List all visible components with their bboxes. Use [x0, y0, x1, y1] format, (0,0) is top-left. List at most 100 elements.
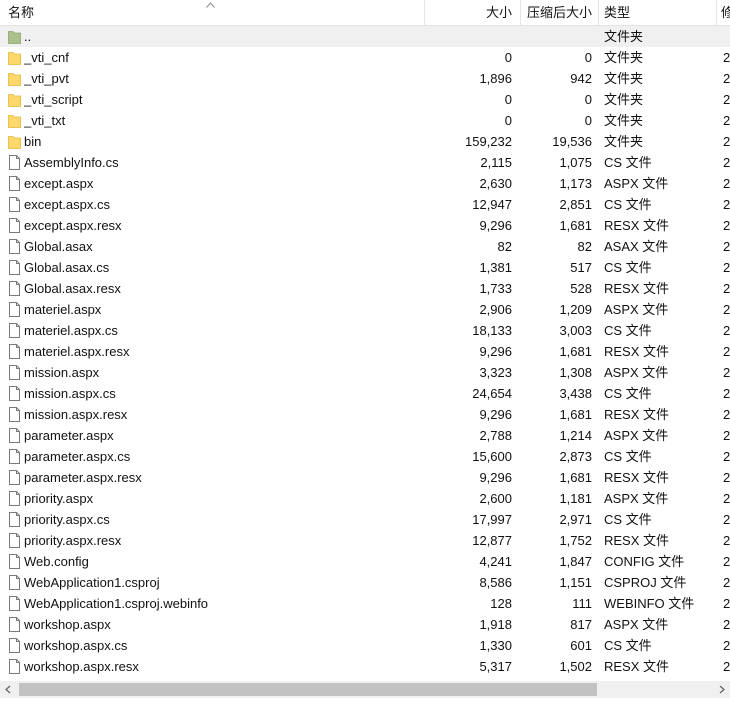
- file-size: 9,296: [479, 344, 512, 359]
- file-size: 1,896: [479, 71, 512, 86]
- file-row[interactable]: except.aspx 2,630 1,173 ASPX 文件 2: [0, 173, 730, 194]
- file-type: 文件夹: [604, 29, 644, 44]
- file-modified: 2: [723, 512, 730, 527]
- file-row[interactable]: priority.aspx.cs 17,997 2,971 CS 文件 2: [0, 509, 730, 530]
- file-row[interactable]: workshop.aspx.resx 5,317 1,502 RESX 文件 2: [0, 656, 730, 677]
- file-icon: [9, 407, 20, 422]
- file-row[interactable]: materiel.aspx.cs 18,133 3,003 CS 文件 2: [0, 320, 730, 341]
- column-divider[interactable]: [716, 0, 717, 26]
- file-type: RESX 文件: [604, 470, 670, 485]
- file-type: RESX 文件: [604, 281, 670, 296]
- file-icon: [9, 449, 20, 464]
- column-header-compressed-size[interactable]: 压缩后大小: [521, 0, 592, 26]
- file-compressed-size: 2,851: [559, 197, 592, 212]
- file-row[interactable]: mission.aspx.resx 9,296 1,681 RESX 文件 2: [0, 404, 730, 425]
- file-icon: [9, 386, 20, 401]
- file-name: Global.asax: [24, 239, 93, 254]
- file-icon: [9, 260, 20, 275]
- file-type: ASPX 文件: [604, 617, 669, 632]
- file-size: 2,788: [479, 428, 512, 443]
- file-row[interactable]: WebApplication1.csproj.webinfo 128 111 WEBI…: [0, 593, 730, 614]
- scroll-left-button[interactable]: [0, 681, 17, 698]
- file-icon: [9, 554, 20, 569]
- folder-icon: [8, 52, 21, 65]
- file-size: 2,906: [479, 302, 512, 317]
- file-row[interactable]: Global.asax.resx 1,733 528 RESX 文件 2: [0, 278, 730, 299]
- file-type: WEBINFO 文件: [604, 596, 695, 611]
- file-row[interactable]: parameter.aspx.resx 9,296 1,681 RESX 文件 2: [0, 467, 730, 488]
- file-compressed-size: 2,873: [559, 449, 592, 464]
- file-row[interactable]: Global.asax.cs 1,381 517 CS 文件 2: [0, 257, 730, 278]
- file-modified: 2: [723, 155, 730, 170]
- file-icon: [9, 533, 20, 548]
- file-name: workshop.aspx.resx: [24, 659, 139, 674]
- file-type: CS 文件: [604, 260, 652, 275]
- file-type: CS 文件: [604, 512, 652, 527]
- file-row[interactable]: AssemblyInfo.cs 2,115 1,075 CS 文件 2: [0, 152, 730, 173]
- scrollbar-thumb[interactable]: [19, 683, 597, 696]
- column-divider[interactable]: [598, 0, 599, 26]
- file-name: _vti_cnf: [24, 50, 69, 65]
- file-icon: [9, 218, 20, 233]
- file-row[interactable]: materiel.aspx.resx 9,296 1,681 RESX 文件 2: [0, 341, 730, 362]
- file-type: ASPX 文件: [604, 176, 669, 191]
- file-size: 82: [497, 239, 512, 254]
- file-modified: 2: [723, 344, 730, 359]
- file-name: AssemblyInfo.cs: [24, 155, 119, 170]
- file-row[interactable]: WebApplication1.csproj 8,586 1,151 CSPROJ 文…: [0, 572, 730, 593]
- file-modified: 2: [723, 260, 730, 275]
- scroll-right-button[interactable]: [713, 681, 730, 698]
- file-modified: 2: [723, 428, 730, 443]
- file-size: 0: [504, 92, 512, 107]
- file-icon: [9, 617, 20, 632]
- column-header-modified[interactable]: 修: [721, 0, 730, 26]
- file-compressed-size: 0: [584, 113, 592, 128]
- column-header-size[interactable]: 大小: [425, 0, 512, 26]
- file-type: 文件夹: [604, 71, 644, 86]
- file-modified: 2: [723, 554, 730, 569]
- file-row[interactable]: workshop.aspx.cs 1,330 601 CS 文件 2: [0, 635, 730, 656]
- file-row[interactable]: except.aspx.resx 9,296 1,681 RESX 文件 2: [0, 215, 730, 236]
- file-row[interactable]: workshop.aspx 1,918 817 ASPX 文件 2: [0, 614, 730, 635]
- file-row[interactable]: _vti_cnf 0 0 文件夹 2: [0, 47, 730, 68]
- file-row[interactable]: _vti_pvt 1,896 942 文件夹 2: [0, 68, 730, 89]
- file-row[interactable]: materiel.aspx 2,906 1,209 ASPX 文件 2: [0, 299, 730, 320]
- file-icon: [9, 491, 20, 506]
- file-row[interactable]: _vti_script 0 0 文件夹 2: [0, 89, 730, 110]
- file-row[interactable]: priority.aspx.resx 12,877 1,752 RESX 文件 2: [0, 530, 730, 551]
- file-name: materiel.aspx.resx: [24, 344, 130, 359]
- file-type: 文件夹: [604, 113, 644, 128]
- file-row[interactable]: bin 159,232 19,536 文件夹 2: [0, 131, 730, 152]
- file-size: 1,733: [479, 281, 512, 296]
- file-row[interactable]: mission.aspx.cs 24,654 3,438 CS 文件 2: [0, 383, 730, 404]
- column-header-type[interactable]: 类型: [604, 0, 714, 26]
- file-compressed-size: 1,308: [559, 365, 592, 380]
- file-row[interactable]: Global.asax 82 82 ASAX 文件 2: [0, 236, 730, 257]
- file-icon: [9, 155, 20, 170]
- file-row[interactable]: parameter.aspx 2,788 1,214 ASPX 文件 2: [0, 425, 730, 446]
- file-name: priority.aspx.resx: [24, 533, 122, 548]
- file-type: CONFIG 文件: [604, 554, 685, 569]
- file-icon: [9, 575, 20, 590]
- folder-icon: [8, 73, 21, 86]
- file-name: parameter.aspx.resx: [24, 470, 142, 485]
- file-modified: 2: [723, 386, 730, 401]
- file-compressed-size: 1,681: [559, 407, 592, 422]
- column-header-name[interactable]: 名称: [8, 0, 424, 26]
- file-row[interactable]: mission.aspx 3,323 1,308 ASPX 文件 2: [0, 362, 730, 383]
- file-name: materiel.aspx: [24, 302, 102, 317]
- file-row[interactable]: except.aspx.cs 12,947 2,851 CS 文件 2: [0, 194, 730, 215]
- file-size: [426, 26, 512, 47]
- horizontal-scrollbar[interactable]: [0, 681, 730, 698]
- file-row[interactable]: parameter.aspx.cs 15,600 2,873 CS 文件 2: [0, 446, 730, 467]
- file-name: Web.config: [24, 554, 89, 569]
- parent-folder-row[interactable]: .. 文件夹: [0, 26, 730, 47]
- file-name: parameter.aspx.cs: [24, 449, 131, 464]
- file-row[interactable]: priority.aspx 2,600 1,181 ASPX 文件 2: [0, 488, 730, 509]
- file-modified: 2: [723, 92, 730, 107]
- file-size: 4,241: [479, 554, 512, 569]
- file-row[interactable]: _vti_txt 0 0 文件夹 2: [0, 110, 730, 131]
- file-row[interactable]: Web.config 4,241 1,847 CONFIG 文件 2: [0, 551, 730, 572]
- file-size: 128: [490, 596, 512, 611]
- file-size: 159,232: [465, 134, 512, 149]
